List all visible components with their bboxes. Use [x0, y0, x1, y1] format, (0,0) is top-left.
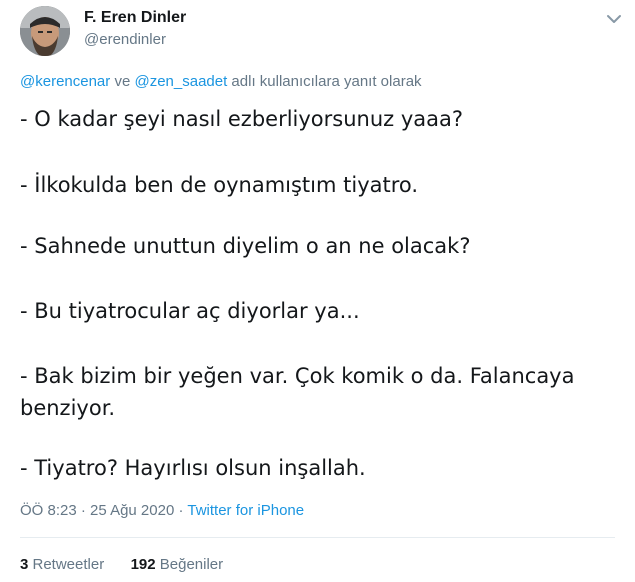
tweet-line: - O kadar şeyi nasıl ezberliyorsunuz yaa… — [20, 107, 464, 131]
chevron-down-icon[interactable] — [606, 10, 622, 23]
tweet-line: - Bak bizim bir yeğen var. Çok komik o d… — [20, 364, 575, 388]
mention-link[interactable]: @kerencenar — [20, 73, 110, 90]
author-name[interactable]: F. Eren Dinler — [84, 9, 186, 27]
tweet-time[interactable]: ÖÖ 8:23 — [20, 502, 77, 519]
tweet-card: F. Eren Dinler @erendinler @kerencenar v… — [0, 0, 635, 582]
likes-stat[interactable]: 192 Beğeniler — [131, 556, 224, 573]
meta-separator: · — [76, 502, 91, 519]
author-handle[interactable]: @erendinler — [84, 31, 166, 48]
reply-conjunction: ve — [110, 73, 135, 90]
tweet-stats: 3 Retweetler 192 Beğeniler — [20, 556, 223, 573]
likes-label: Beğeniler — [155, 556, 224, 573]
tweet-line: benziyor. — [20, 396, 116, 420]
retweets-label: Retweetler — [28, 556, 105, 573]
likes-count: 192 — [130, 556, 156, 573]
tweet-source-link[interactable]: Twitter for iPhone — [187, 502, 304, 519]
tweet-line: - Bu tiyatrocular aç diyorlar ya... — [20, 299, 360, 323]
avatar[interactable] — [20, 6, 70, 56]
tweet-line: - Tiyatro? Hayırlısı olsun inşallah. — [20, 456, 366, 480]
tweet-date[interactable]: 25 Ağu 2020 — [90, 502, 174, 519]
divider — [20, 537, 615, 538]
tweet-line: - İlkokulda ben de oynamıştım tiyatro. — [20, 173, 419, 197]
retweets-stat[interactable]: 3 Retweetler — [20, 556, 104, 573]
tweet-line: - Sahnede unuttun diyelim o an ne olacak… — [20, 234, 471, 258]
meta-separator: · — [174, 502, 188, 519]
tweet-meta: ÖÖ 8:23 · 25 Ağu 2020 · Twitter for iPho… — [20, 502, 304, 519]
reply-suffix: adlı kullanıcılara yanıt olarak — [227, 73, 422, 90]
mention-link[interactable]: @zen_saadet — [134, 73, 227, 90]
avatar-image — [20, 6, 70, 56]
reply-context: @kerencenar ve @zen_saadet adlı kullanıc… — [20, 73, 422, 90]
